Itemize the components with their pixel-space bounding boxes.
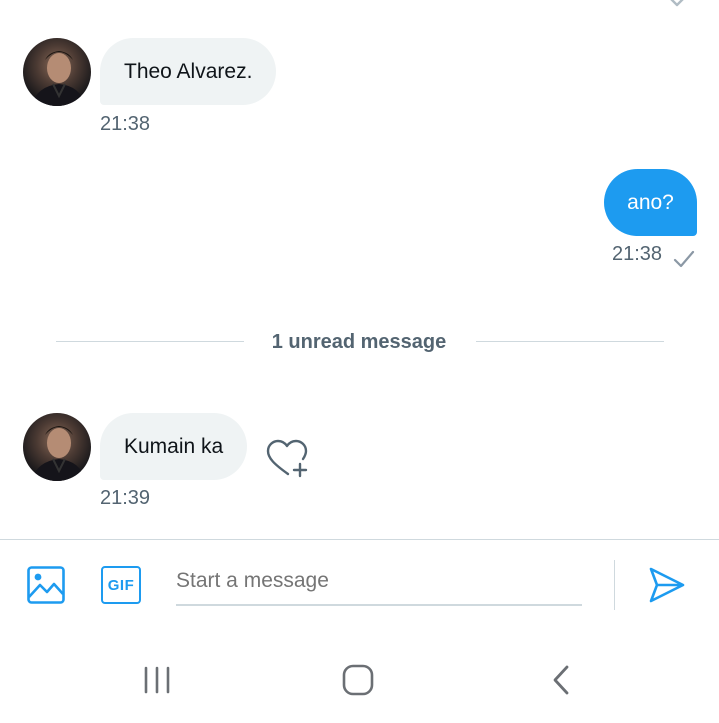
composer-border bbox=[0, 539, 719, 540]
message-time: 21:38 bbox=[100, 113, 151, 135]
composer-separator bbox=[614, 560, 615, 610]
home-icon[interactable] bbox=[342, 664, 374, 696]
read-check-icon bbox=[668, 0, 692, 8]
message-input[interactable] bbox=[176, 562, 582, 600]
system-navbar bbox=[0, 640, 719, 723]
divider-line-left bbox=[56, 341, 244, 342]
divider-line-right bbox=[476, 341, 664, 342]
checkmark-icon bbox=[672, 248, 696, 270]
unread-divider-label: 1 unread message bbox=[271, 331, 447, 353]
heart-plus-icon[interactable] bbox=[266, 439, 312, 480]
message-bubble-outgoing[interactable]: ano? bbox=[604, 169, 697, 236]
image-icon[interactable] bbox=[27, 566, 65, 604]
input-underline bbox=[176, 604, 582, 606]
message-text: ano? bbox=[627, 191, 674, 214]
message-time: 21:38 bbox=[612, 243, 663, 265]
message-bubble[interactable]: Theo Alvarez. bbox=[100, 38, 277, 105]
gif-label: GIF bbox=[107, 576, 135, 594]
avatar[interactable] bbox=[23, 38, 91, 106]
message-time: 21:39 bbox=[100, 487, 151, 509]
message-text: Theo Alvarez. bbox=[124, 60, 253, 83]
send-icon[interactable] bbox=[648, 566, 686, 604]
avatar[interactable] bbox=[23, 413, 91, 481]
message-text: Kumain ka bbox=[124, 435, 224, 458]
recent-apps-icon[interactable] bbox=[142, 666, 172, 694]
message-bubble[interactable]: Kumain ka bbox=[100, 413, 248, 480]
back-icon[interactable] bbox=[550, 665, 572, 695]
gif-icon[interactable]: GIF bbox=[101, 566, 141, 604]
